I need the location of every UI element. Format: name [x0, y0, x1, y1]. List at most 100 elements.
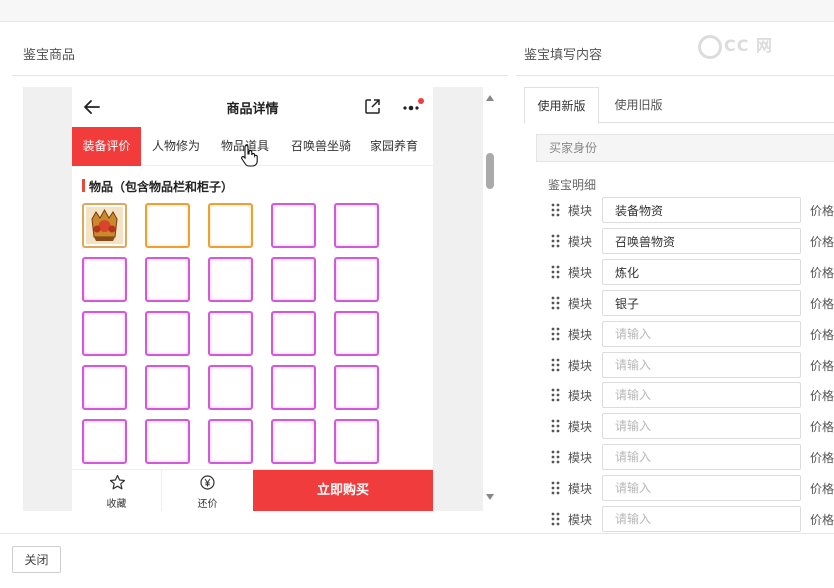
items-section-heading: 物品（包含物品栏和柜子） [82, 178, 233, 195]
item-slot[interactable] [145, 257, 190, 302]
drag-handle-icon[interactable] [551, 358, 560, 372]
item-slot[interactable] [145, 365, 190, 410]
module-label: 模块 [568, 204, 593, 218]
item-slot[interactable] [145, 311, 190, 356]
module-name-input[interactable] [602, 228, 801, 254]
item-slot[interactable] [334, 419, 379, 464]
module-name-input[interactable] [602, 290, 801, 316]
item-slot[interactable] [82, 419, 127, 464]
item-slot[interactable] [271, 365, 316, 410]
module-name-input[interactable] [602, 444, 801, 470]
tab-equipment-review[interactable]: 装备评价 [72, 127, 141, 166]
module-row: 模块 价格 [548, 259, 834, 285]
scroll-thumb[interactable] [486, 153, 494, 189]
product-section-title: 鉴宝商品 [23, 48, 76, 63]
tab-new-version[interactable]: 使用新版 [524, 87, 599, 124]
share-icon[interactable] [364, 98, 381, 115]
buyer-identity-field[interactable]: 买家身份 [536, 134, 834, 162]
item-slot[interactable] [82, 203, 127, 248]
drag-handle-icon[interactable] [551, 450, 560, 464]
price-label: 价格 [810, 204, 834, 218]
item-slot[interactable] [271, 257, 316, 302]
module-name-input[interactable] [602, 475, 801, 501]
scroll-down-arrow-icon[interactable] [486, 494, 494, 500]
counter-offer-button[interactable]: 还价 [162, 470, 253, 511]
module-row: 模块 价格 [548, 506, 834, 532]
counter-offer-label: 还价 [197, 499, 218, 510]
drag-handle-icon[interactable] [551, 419, 560, 433]
drag-handle-icon[interactable] [551, 388, 560, 402]
item-slot[interactable] [334, 257, 379, 302]
module-label: 模块 [568, 451, 593, 465]
watermark-logo: CC 网 [698, 32, 808, 60]
module-label: 模块 [568, 420, 593, 434]
phone-footer: 收藏 还价 立即购买 [72, 469, 433, 511]
scroll-up-arrow-icon[interactable] [486, 95, 494, 101]
module-label: 模块 [568, 266, 593, 280]
module-row: 模块 价格 [548, 352, 834, 378]
item-slot[interactable] [145, 419, 190, 464]
module-name-input[interactable] [602, 259, 801, 285]
price-label: 价格 [810, 420, 834, 434]
module-name-input[interactable] [602, 382, 801, 408]
drag-handle-icon[interactable] [551, 296, 560, 310]
phone-preview: 商品详情 装备评价 人物修为 物品道具 召唤兽坐骑 家园养育 物品（包含物品栏和… [72, 87, 433, 511]
item-slot[interactable] [334, 311, 379, 356]
phone-header: 商品详情 [72, 87, 433, 127]
price-label: 价格 [810, 482, 834, 496]
module-label: 模块 [568, 297, 593, 311]
favorite-button[interactable]: 收藏 [72, 470, 162, 511]
item-slot[interactable] [208, 365, 253, 410]
price-label: 价格 [810, 359, 834, 373]
module-name-input[interactable] [602, 321, 801, 347]
drag-handle-icon[interactable] [551, 481, 560, 495]
module-name-input[interactable] [602, 352, 801, 378]
item-slot[interactable] [82, 257, 127, 302]
drag-handle-icon[interactable] [551, 203, 560, 217]
module-row: 模块 价格 [548, 444, 834, 470]
drag-handle-icon[interactable] [551, 327, 560, 341]
module-name-input[interactable] [602, 197, 801, 223]
module-label: 模块 [568, 389, 593, 403]
item-slot[interactable] [271, 419, 316, 464]
module-name-input[interactable] [602, 506, 801, 532]
divider [516, 75, 834, 76]
item-slot[interactable] [334, 365, 379, 410]
module-label: 模块 [568, 359, 593, 373]
drag-handle-icon[interactable] [551, 512, 560, 526]
tab-home[interactable]: 家园养育 [364, 127, 424, 166]
price-label: 价格 [810, 235, 834, 249]
price-label: 价格 [810, 513, 834, 527]
item-slot[interactable] [271, 203, 316, 248]
item-slot[interactable] [208, 257, 253, 302]
module-row: 模块 价格 [548, 290, 834, 316]
content-section-title: 鉴宝填写内容 [524, 48, 603, 63]
module-row: 模块 价格 [548, 197, 834, 223]
item-slot[interactable] [208, 311, 253, 356]
more-icon[interactable] [402, 98, 424, 116]
module-label: 模块 [568, 513, 593, 527]
price-label: 价格 [810, 266, 834, 280]
drag-handle-icon[interactable] [551, 265, 560, 279]
top-bar [0, 0, 834, 22]
item-slot[interactable] [208, 203, 253, 248]
item-slot[interactable] [82, 365, 127, 410]
item-slot[interactable] [271, 311, 316, 356]
buy-now-button[interactable]: 立即购买 [253, 470, 433, 511]
item-slot[interactable] [208, 419, 253, 464]
price-label: 价格 [810, 297, 834, 311]
tab-summon-mount[interactable]: 召唤兽坐骑 [284, 127, 358, 166]
item-slot[interactable] [82, 311, 127, 356]
item-slot[interactable] [334, 203, 379, 248]
module-label: 模块 [568, 328, 593, 342]
tab-character-cultivation[interactable]: 人物修为 [145, 127, 207, 166]
favorite-label: 收藏 [106, 499, 127, 510]
close-button[interactable]: 关闭 [12, 546, 61, 573]
drag-handle-icon[interactable] [551, 234, 560, 248]
module-row: 模块 价格 [548, 413, 834, 439]
tab-old-version[interactable]: 使用旧版 [601, 87, 676, 123]
module-name-input[interactable] [602, 413, 801, 439]
preview-scrollbar[interactable] [483, 87, 497, 511]
item-slot[interactable] [145, 203, 190, 248]
price-label: 价格 [810, 451, 834, 465]
